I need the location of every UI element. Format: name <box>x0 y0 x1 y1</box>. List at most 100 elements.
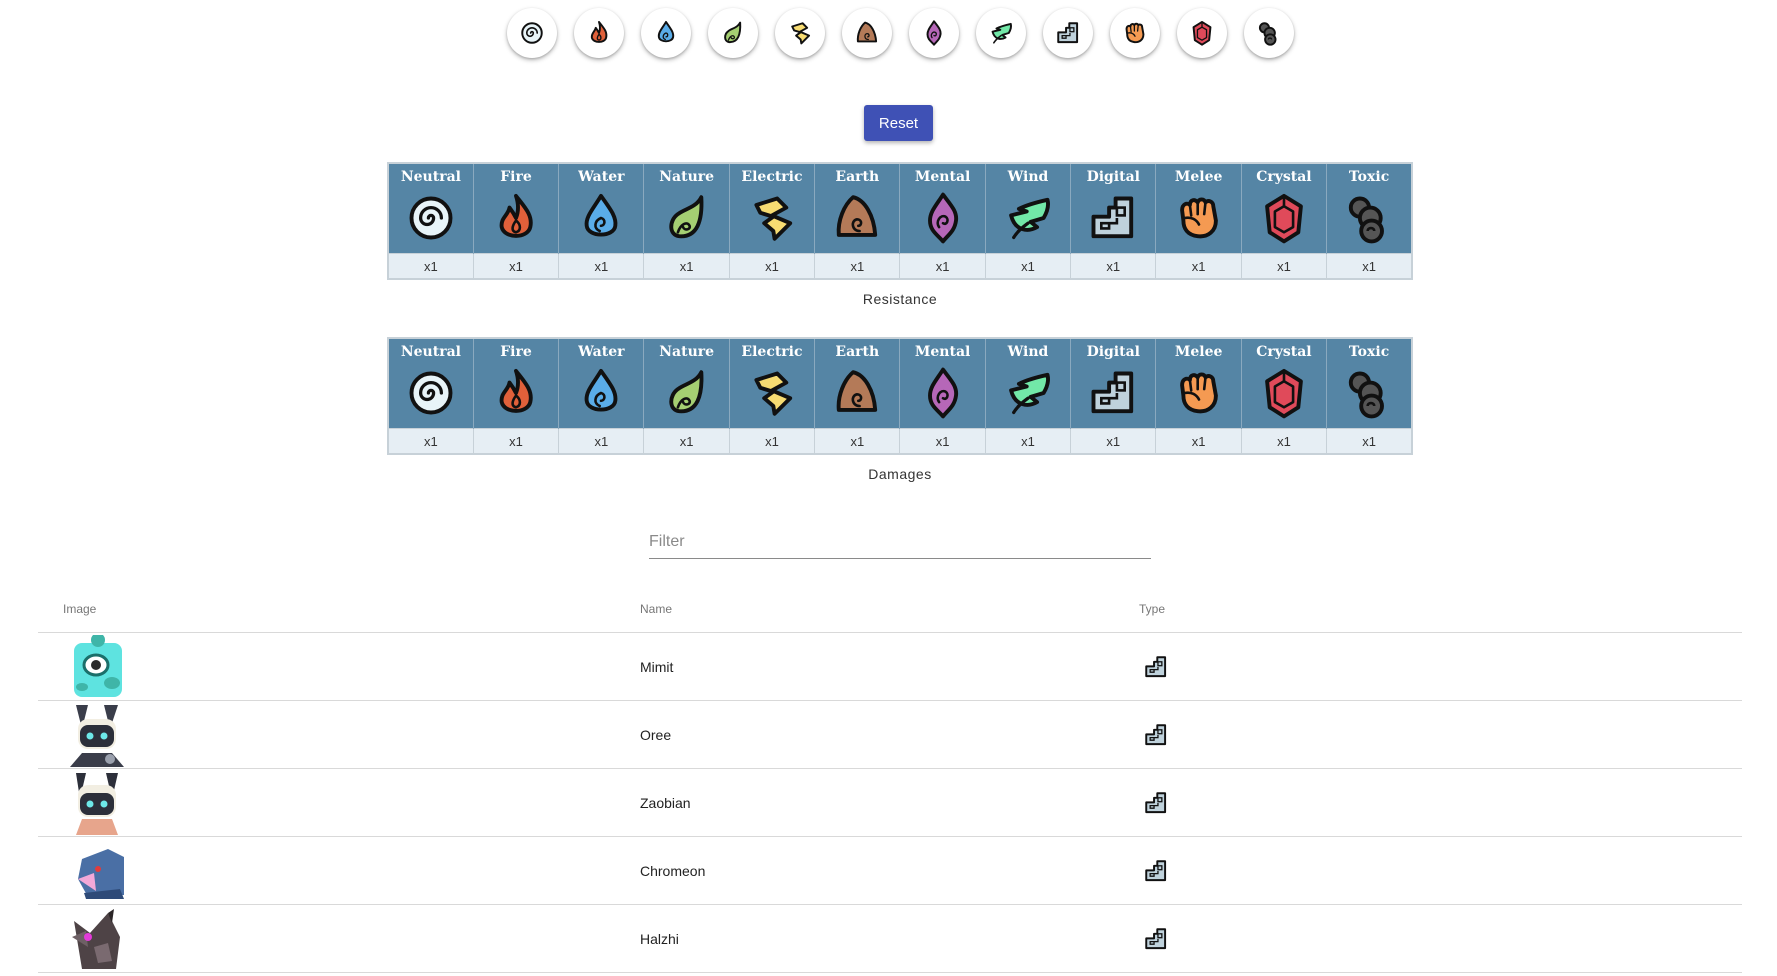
chromeon-image <box>78 848 124 899</box>
damages-type-toxic: Toxic <box>1326 338 1412 429</box>
reset-button[interactable]: Reset <box>864 105 933 141</box>
type-label: Nature <box>659 169 715 185</box>
damages-value: x1 <box>899 428 986 454</box>
table-row[interactable]: Oree <box>38 700 1742 769</box>
toxic-icon <box>1348 371 1384 419</box>
electric-icon <box>754 371 793 416</box>
filter-fire-button[interactable] <box>574 8 624 58</box>
digital-icon <box>1145 927 1167 949</box>
image-cell <box>38 904 640 973</box>
table-row[interactable]: Halzhi <box>38 904 1742 973</box>
filter-electric-button[interactable] <box>775 8 825 58</box>
damages-header-row: Neutral Fire Water Nature Electric Earth… <box>388 338 1412 429</box>
resistance-value: x1 <box>1326 253 1412 279</box>
mental-icon <box>927 367 958 419</box>
earth-icon <box>856 21 878 43</box>
neutral-icon <box>409 371 453 415</box>
damages-value: x1 <box>558 428 645 454</box>
damages-type-fire: Fire <box>473 338 560 429</box>
damages-type-earth: Earth <box>814 338 901 429</box>
digital-icon <box>1145 791 1167 813</box>
resistance-type-crystal: Crystal <box>1241 163 1328 254</box>
toxic-icon <box>1258 22 1277 46</box>
resistance-type-water: Water <box>558 163 645 254</box>
monster-name: Chromeon <box>640 836 1139 905</box>
type-label: Melee <box>1174 344 1223 360</box>
mimit-image <box>74 634 122 697</box>
type-label: Mental <box>914 169 971 185</box>
table-row[interactable]: Zaobian <box>38 768 1742 837</box>
type-label: Water <box>578 344 625 360</box>
resistance-value: x1 <box>473 253 560 279</box>
damages-value: x1 <box>473 428 560 454</box>
monster-name: Zaobian <box>640 768 1139 837</box>
damages-type-digital: Digital <box>1070 338 1157 429</box>
digital-icon <box>1057 22 1079 44</box>
filter-neutral-button[interactable] <box>507 8 557 58</box>
type-label: Neutral <box>400 344 461 360</box>
type-column-header[interactable]: Type <box>1139 586 1742 633</box>
type-label: Earth <box>835 169 880 185</box>
filter-water-button[interactable] <box>641 8 691 58</box>
filter-nature-button[interactable] <box>708 8 758 58</box>
melee-icon <box>1179 372 1218 414</box>
type-label: Digital <box>1086 169 1140 185</box>
damages-type-electric: Electric <box>729 338 816 429</box>
damages-value-row: x1 x1 x1 x1 x1 x1 x1 x1 x1 x1 x1 x1 <box>388 428 1412 454</box>
digital-icon <box>1145 723 1167 745</box>
type-cell <box>1139 836 1742 905</box>
crystal-icon <box>1265 368 1303 419</box>
resistance-value: x1 <box>1241 253 1328 279</box>
resistance-caption: Resistance <box>862 291 938 307</box>
resistance-value: x1 <box>643 253 730 279</box>
toxic-icon <box>1348 196 1384 244</box>
type-label: Fire <box>500 169 532 185</box>
type-label: Neutral <box>400 169 461 185</box>
resistance-type-mental: Mental <box>899 163 986 254</box>
filter-mental-button[interactable] <box>909 8 959 58</box>
fire-icon <box>499 193 533 238</box>
damages-value: x1 <box>985 428 1072 454</box>
filter-wind-button[interactable] <box>976 8 1026 58</box>
filter-digital-button[interactable] <box>1043 8 1093 58</box>
name-column-header[interactable]: Name <box>640 586 1139 633</box>
damages-type-crystal: Crystal <box>1241 338 1328 429</box>
type-label: Earth <box>835 344 880 360</box>
water-icon <box>584 193 618 237</box>
filter-crystal-button[interactable] <box>1177 8 1227 58</box>
resistance-value: x1 <box>388 253 474 279</box>
zaobian-image <box>76 772 118 835</box>
type-cell <box>1139 768 1742 837</box>
image-cell <box>38 700 640 769</box>
crystal-icon <box>1192 20 1212 46</box>
resistance-value: x1 <box>1070 253 1157 279</box>
fire-icon <box>590 20 608 43</box>
mental-icon <box>926 20 942 46</box>
type-filter-bar <box>0 8 1777 58</box>
monster-table-header: Image Name Type <box>38 586 1742 633</box>
type-label: Electric <box>741 169 803 185</box>
image-column-header[interactable]: Image <box>38 586 640 633</box>
earth-icon <box>837 370 878 412</box>
filter-melee-button[interactable] <box>1110 8 1160 58</box>
halzhi-image <box>72 908 120 969</box>
earth-icon <box>837 195 878 237</box>
resistance-value-row: x1 x1 x1 x1 x1 x1 x1 x1 x1 x1 x1 x1 <box>388 253 1412 279</box>
type-label: Digital <box>1086 344 1140 360</box>
type-label: Crystal <box>1256 344 1312 360</box>
damages-table: Neutral Fire Water Nature Electric Earth… <box>387 337 1413 455</box>
filter-toxic-button[interactable] <box>1244 8 1294 58</box>
nature-icon <box>724 21 742 44</box>
resistance-value: x1 <box>899 253 986 279</box>
type-label: Toxic <box>1348 169 1390 185</box>
monster-table: Image Name Type Mimit Oree Zaobian Chrom… <box>38 586 1742 973</box>
filter-input[interactable] <box>649 526 1151 559</box>
type-label: Mental <box>914 344 971 360</box>
resistance-type-fire: Fire <box>473 163 560 254</box>
table-row[interactable]: Chromeon <box>38 836 1742 905</box>
filter-earth-button[interactable] <box>842 8 892 58</box>
resistance-type-toxic: Toxic <box>1326 163 1412 254</box>
resistance-value: x1 <box>1155 253 1242 279</box>
table-row[interactable]: Mimit <box>38 632 1742 701</box>
melee-icon <box>1179 197 1218 239</box>
